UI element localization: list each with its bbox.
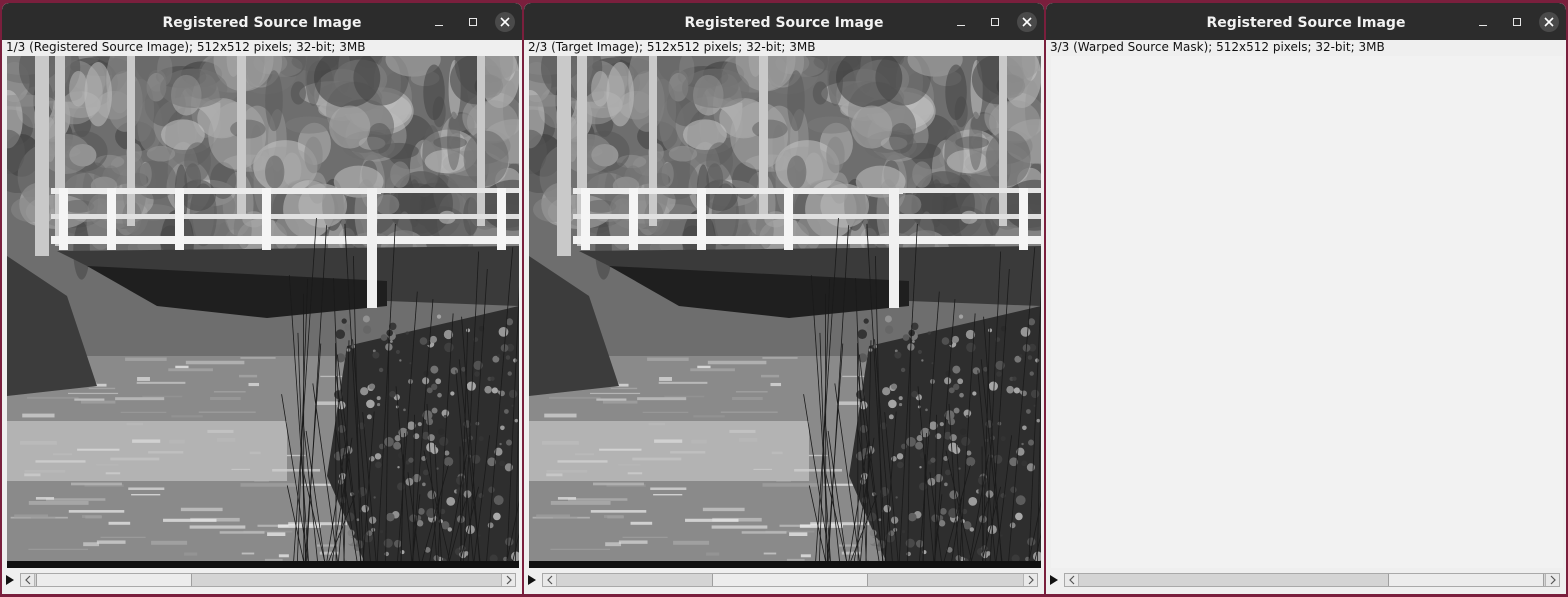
slider-thumb[interactable] xyxy=(1388,574,1544,586)
stack-slider[interactable] xyxy=(1064,573,1560,587)
close-icon xyxy=(500,16,510,27)
scroll-left-button[interactable] xyxy=(543,574,557,586)
close-icon xyxy=(1022,16,1032,27)
image-info-line: 3/3 (Warped Source Mask); 512x512 pixels… xyxy=(1046,40,1566,56)
maximize-button[interactable] xyxy=(461,10,485,34)
minimize-button[interactable] xyxy=(949,10,973,34)
chevron-left-icon xyxy=(546,575,552,585)
title-bar[interactable]: Registered Source Image xyxy=(524,3,1044,40)
close-icon xyxy=(1544,16,1554,27)
slider-thumb[interactable] xyxy=(36,574,192,586)
image-canvas[interactable] xyxy=(1051,56,1563,568)
image-info-line: 1/3 (Registered Source Image); 512x512 p… xyxy=(2,40,522,56)
title-bar[interactable]: Registered Source Image xyxy=(2,3,522,40)
image-window-registered-source[interactable]: Registered Source Image 1/3 (Registered … xyxy=(2,3,522,594)
play-button[interactable] xyxy=(2,570,18,590)
slider-thumb[interactable] xyxy=(712,574,868,586)
play-button[interactable] xyxy=(1046,570,1062,590)
image-window-target[interactable]: Registered Source Image 2/3 (Target Imag… xyxy=(524,3,1044,594)
maximize-icon xyxy=(991,17,999,26)
play-icon xyxy=(528,575,536,585)
chevron-left-icon xyxy=(24,575,30,585)
maximize-button[interactable] xyxy=(1505,10,1529,34)
close-button[interactable] xyxy=(1539,11,1559,32)
desktop: Registered Source Image 1/3 (Registered … xyxy=(0,0,1568,597)
chevron-right-icon xyxy=(506,575,512,585)
window-title: Registered Source Image xyxy=(162,15,362,31)
maximize-icon xyxy=(469,17,477,26)
minimize-icon xyxy=(1479,25,1487,26)
play-button[interactable] xyxy=(524,570,540,590)
stack-slider[interactable] xyxy=(20,573,516,587)
bridge-photo xyxy=(7,56,519,568)
window-title: Registered Source Image xyxy=(684,15,884,31)
maximize-button[interactable] xyxy=(983,10,1007,34)
stack-slider-row xyxy=(1046,570,1566,590)
image-window-warped-mask[interactable]: Registered Source Image 3/3 (Warped Sour… xyxy=(1046,3,1566,594)
title-bar[interactable]: Registered Source Image xyxy=(1046,3,1566,40)
minimize-icon xyxy=(435,25,443,26)
play-icon xyxy=(6,575,14,585)
minimize-icon xyxy=(957,25,965,26)
chevron-left-icon xyxy=(1068,575,1074,585)
minimize-button[interactable] xyxy=(1471,10,1495,34)
scroll-right-button[interactable] xyxy=(501,574,515,586)
maximize-icon xyxy=(1513,17,1521,26)
image-canvas[interactable] xyxy=(529,56,1041,568)
bridge-photo xyxy=(529,56,1041,568)
chevron-right-icon xyxy=(1550,575,1556,585)
window-title: Registered Source Image xyxy=(1206,15,1406,31)
chevron-right-icon xyxy=(1028,575,1034,585)
scroll-right-button[interactable] xyxy=(1023,574,1037,586)
image-info-line: 2/3 (Target Image); 512x512 pixels; 32-b… xyxy=(524,40,1044,56)
close-button[interactable] xyxy=(1017,11,1037,32)
stack-slider[interactable] xyxy=(542,573,1038,587)
stack-slider-row xyxy=(2,570,522,590)
play-icon xyxy=(1050,575,1058,585)
scroll-right-button[interactable] xyxy=(1545,574,1559,586)
minimize-button[interactable] xyxy=(427,10,451,34)
image-canvas[interactable] xyxy=(7,56,519,568)
close-button[interactable] xyxy=(495,11,515,32)
scroll-left-button[interactable] xyxy=(1065,574,1079,586)
stack-slider-row xyxy=(524,570,1044,590)
scroll-left-button[interactable] xyxy=(21,574,35,586)
